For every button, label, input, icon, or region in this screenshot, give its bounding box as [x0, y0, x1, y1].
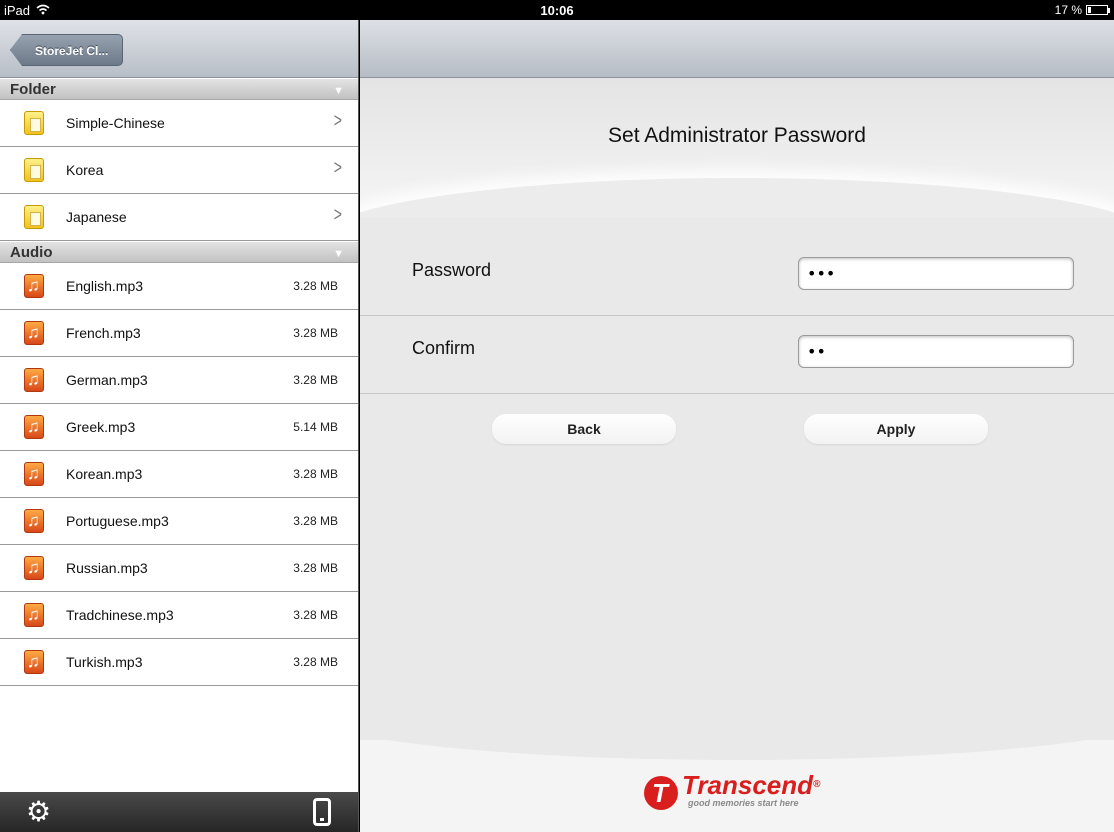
- brand-name: Transcend®: [682, 772, 820, 798]
- list-item[interactable]: Korea >: [0, 147, 358, 194]
- item-label: German.mp3: [66, 372, 148, 388]
- footer-band: Transcend® good memories start here: [360, 740, 1114, 832]
- password-field[interactable]: •••: [798, 257, 1074, 290]
- title-band: Set Administrator Password: [360, 78, 1114, 218]
- chevron-right-icon: >: [334, 157, 343, 179]
- password-row: Password •••: [360, 238, 1114, 316]
- audio-file-icon: [24, 462, 44, 486]
- folder-icon: [24, 205, 44, 229]
- logo-wordmark: Transcend® good memories start here: [682, 772, 820, 808]
- audio-file-icon: [24, 415, 44, 439]
- list-item[interactable]: Tradchinese.mp3 3.28 MB: [0, 592, 358, 639]
- file-size: 3.28 MB: [293, 561, 338, 575]
- item-label: English.mp3: [66, 278, 144, 294]
- list-item[interactable]: Portuguese.mp3 3.28 MB: [0, 498, 358, 545]
- brand-name-text: Transcend: [682, 770, 814, 800]
- left-navigation-bar: StoreJet Cl...: [0, 20, 358, 78]
- settings-panel: Set Administrator Password Password ••• …: [360, 20, 1114, 832]
- status-right: 17 %: [1054, 3, 1110, 17]
- page-title: Set Administrator Password: [608, 124, 866, 147]
- list-item[interactable]: Greek.mp3 5.14 MB: [0, 404, 358, 451]
- list-item[interactable]: Turkish.mp3 3.28 MB: [0, 639, 358, 686]
- right-navigation-bar: [360, 20, 1114, 78]
- folder-icon: [24, 111, 44, 135]
- battery-level: [1088, 7, 1092, 13]
- gear-icon[interactable]: ⚙: [26, 798, 51, 826]
- confirm-password-field[interactable]: ••: [798, 335, 1074, 368]
- file-size: 3.28 MB: [293, 608, 338, 622]
- list-item[interactable]: German.mp3 3.28 MB: [0, 357, 358, 404]
- status-time: 10:06: [540, 3, 574, 18]
- list-item[interactable]: Simple-Chinese >: [0, 100, 358, 147]
- battery-percent: 17 %: [1054, 3, 1082, 17]
- audio-file-icon: [24, 321, 44, 345]
- chevron-down-icon: ▼: [333, 248, 344, 260]
- section-title: Audio: [10, 244, 53, 261]
- file-size: 3.28 MB: [293, 373, 338, 387]
- audio-file-icon: [24, 603, 44, 627]
- back-button[interactable]: Back: [492, 414, 676, 444]
- list-item[interactable]: English.mp3 3.28 MB: [0, 263, 358, 310]
- section-title: Folder: [10, 81, 56, 98]
- section-header-folder: Folder ▼: [0, 78, 358, 100]
- transcend-logo: Transcend® good memories start here: [644, 772, 820, 810]
- audio-file-icon: [24, 556, 44, 580]
- file-size: 3.28 MB: [293, 514, 338, 528]
- confirm-row: Confirm ••: [360, 316, 1114, 394]
- audio-file-icon: [24, 274, 44, 298]
- file-size: 3.28 MB: [293, 279, 338, 293]
- password-label: Password: [412, 260, 492, 280]
- list-item[interactable]: Russian.mp3 3.28 MB: [0, 545, 358, 592]
- item-label: Japanese: [66, 209, 127, 225]
- device-icon[interactable]: [313, 798, 331, 826]
- item-label: Simple-Chinese: [66, 115, 165, 131]
- item-label: Tradchinese.mp3: [66, 607, 174, 623]
- audio-file-icon: [24, 368, 44, 392]
- item-label: Korean.mp3: [66, 466, 143, 482]
- list-item[interactable]: Korean.mp3 3.28 MB: [0, 451, 358, 498]
- section-header-audio: Audio ▼: [0, 241, 358, 263]
- chevron-down-icon: ▼: [333, 85, 344, 97]
- chevron-right-icon: >: [334, 110, 343, 132]
- apply-button[interactable]: Apply: [804, 414, 988, 444]
- audio-list: English.mp3 3.28 MB French.mp3 3.28 MB G…: [0, 263, 358, 686]
- chevron-right-icon: >: [334, 204, 343, 226]
- list-item[interactable]: French.mp3 3.28 MB: [0, 310, 358, 357]
- item-label: French.mp3: [66, 325, 141, 341]
- item-label: Korea: [66, 162, 104, 178]
- file-size: 3.28 MB: [293, 467, 338, 481]
- transcend-logo-icon: [644, 776, 678, 810]
- back-navigation-button[interactable]: StoreJet Cl...: [10, 34, 124, 66]
- confirm-label: Confirm: [412, 338, 476, 358]
- item-label: Turkish.mp3: [66, 654, 143, 670]
- list-item[interactable]: Japanese >: [0, 194, 358, 241]
- folder-icon: [24, 158, 44, 182]
- item-label: Portuguese.mp3: [66, 513, 169, 529]
- status-bar: iPad 10:06 17 %: [0, 0, 1114, 20]
- item-label: Greek.mp3: [66, 419, 136, 435]
- file-size: 5.14 MB: [293, 420, 338, 434]
- bottom-toolbar: ⚙: [0, 792, 358, 832]
- audio-file-icon: [24, 509, 44, 533]
- file-browser-panel: StoreJet Cl... Folder ▼ Simple-Chinese >…: [0, 20, 359, 832]
- file-size: 3.28 MB: [293, 326, 338, 340]
- battery-icon: [1086, 5, 1110, 15]
- audio-file-icon: [24, 650, 44, 674]
- item-label: Russian.mp3: [66, 560, 148, 576]
- file-size: 3.28 MB: [293, 655, 338, 669]
- folder-list: Simple-Chinese > Korea > Japanese >: [0, 100, 358, 241]
- registered-mark: ®: [813, 779, 821, 790]
